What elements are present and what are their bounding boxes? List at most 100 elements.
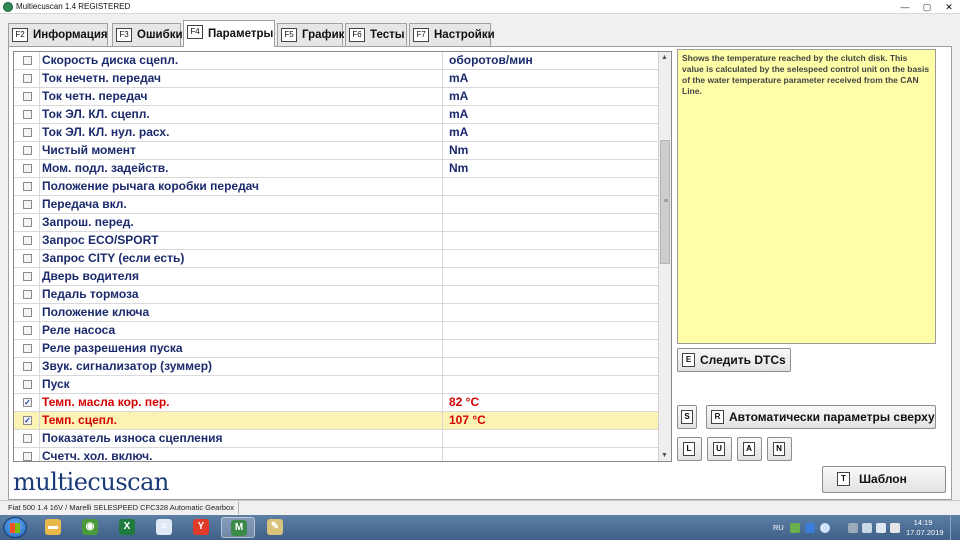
parameter-checkbox[interactable]: [23, 182, 32, 191]
parameter-row[interactable]: ✓ Темп. сцепл. 107 °C: [14, 412, 660, 430]
taskbar-app-excel[interactable]: X: [110, 517, 144, 538]
parameter-checkbox[interactable]: [23, 344, 32, 353]
parameter-checkbox[interactable]: [23, 200, 32, 209]
show-desktop-button[interactable]: [950, 515, 960, 540]
parameter-checkbox[interactable]: [23, 452, 32, 461]
tab-parameters[interactable]: F4 Параметры: [183, 20, 275, 47]
parameter-checkbox[interactable]: ✓: [23, 416, 32, 425]
parameter-checkbox[interactable]: [23, 290, 32, 299]
parameter-name: Реле насоса: [42, 322, 443, 339]
parameter-row[interactable]: Положение ключа: [14, 304, 660, 322]
parameter-checkbox[interactable]: [23, 362, 32, 371]
a-button[interactable]: A: [737, 437, 762, 461]
parameter-checkbox[interactable]: [23, 128, 32, 137]
taskbar-app-chrome[interactable]: ◉: [73, 517, 107, 538]
parameter-checkbox[interactable]: [23, 74, 32, 83]
parameter-checkbox[interactable]: [23, 326, 32, 335]
parameter-checkbox[interactable]: [23, 236, 32, 245]
checkbox-cell: [14, 52, 40, 69]
parameter-checkbox[interactable]: [23, 380, 32, 389]
network-tray-icon[interactable]: [876, 523, 886, 533]
parameter-row[interactable]: Реле разрешения пуска: [14, 340, 660, 358]
parameter-row[interactable]: Запрос CITY (если есть): [14, 250, 660, 268]
parameter-row[interactable]: Педаль тормоза: [14, 286, 660, 304]
parameter-row[interactable]: Дверь водителя: [14, 268, 660, 286]
taskbar-app-folder[interactable]: ▬: [36, 517, 70, 538]
help-icon[interactable]: [820, 523, 830, 533]
parameter-checkbox[interactable]: [23, 92, 32, 101]
maximize-button[interactable]: ▢: [916, 0, 938, 14]
taskbar-app-notepad[interactable]: ≡: [147, 517, 181, 538]
parameter-row[interactable]: Запрос ECO/SPORT: [14, 232, 660, 250]
parameter-checkbox[interactable]: ✓: [23, 398, 32, 407]
network-icon[interactable]: [790, 523, 800, 533]
s-button[interactable]: S: [677, 405, 697, 429]
start-button[interactable]: [3, 517, 27, 538]
parameter-value: mA: [449, 107, 469, 121]
parameter-row[interactable]: Пуск: [14, 376, 660, 394]
monitor-icon[interactable]: [862, 523, 872, 533]
system-clock[interactable]: 14:19 17.07.2019: [906, 518, 944, 538]
l-button[interactable]: L: [677, 437, 702, 461]
tab-errors[interactable]: F3 Ошибки: [112, 23, 183, 46]
hotkey-badge: U: [713, 442, 725, 456]
scroll-up-icon[interactable]: ▲: [661, 54, 668, 61]
parameter-row[interactable]: Положение рычага коробки передач: [14, 178, 660, 196]
taskbar-app-yandex-browser[interactable]: Y: [184, 517, 218, 538]
parameter-row[interactable]: Мом. подл. задейств. Nm: [14, 160, 660, 178]
parameter-row[interactable]: Скорость диска сцепл. оборотов/мин: [14, 52, 660, 70]
parameter-row[interactable]: Ток ЭЛ. КЛ. нул. расх. mA: [14, 124, 660, 142]
scrollbar-thumb[interactable]: ≡: [660, 140, 670, 264]
scroll-down-icon[interactable]: ▼: [661, 452, 668, 459]
bluetooth-icon[interactable]: [805, 523, 815, 533]
tab-settings[interactable]: F7 Настройки: [409, 23, 495, 46]
tab-graph[interactable]: F5 График: [277, 23, 344, 46]
parameter-row[interactable]: Чистый момент Nm: [14, 142, 660, 160]
tab-label: Информация: [33, 29, 108, 41]
checkbox-cell: [14, 376, 40, 393]
checkbox-cell: [14, 124, 40, 141]
template-button[interactable]: T Шаблон: [822, 466, 946, 493]
parameter-row[interactable]: Ток четн. передач mA: [14, 88, 660, 106]
language-indicator[interactable]: RU: [773, 523, 784, 540]
parameter-checkbox[interactable]: [23, 146, 32, 155]
parameter-row[interactable]: Ток нечетн. передач mA: [14, 70, 660, 88]
parameter-name: Передача вкл.: [42, 196, 443, 213]
parameter-row[interactable]: Счетч. хол. включ.: [14, 448, 660, 461]
parameter-checkbox[interactable]: [23, 308, 32, 317]
parameter-checkbox[interactable]: [23, 254, 32, 263]
vertical-scrollbar[interactable]: ▲ ≡ ▼: [658, 52, 671, 461]
tab-info[interactable]: F2 Информация: [8, 23, 108, 46]
parameter-row[interactable]: ✓ Темп. масла кор. пер. 82 °C: [14, 394, 660, 412]
parameter-checkbox[interactable]: [23, 434, 32, 443]
parameter-row[interactable]: Передача вкл.: [14, 196, 660, 214]
parameter-row[interactable]: Показатель износа сцепления: [14, 430, 660, 448]
checkbox-cell: ✓: [14, 412, 40, 429]
parameter-checkbox[interactable]: [23, 110, 32, 119]
follow-dtcs-button[interactable]: E Следить DTCs: [677, 348, 791, 372]
status-bar: Fiat 500 1.4 16V / Marelli SELESPEED CFC…: [0, 500, 960, 515]
n-button[interactable]: N: [767, 437, 792, 461]
checkbox-cell: [14, 340, 40, 357]
parameter-checkbox[interactable]: [23, 272, 32, 281]
minimize-button[interactable]: —: [894, 0, 916, 14]
close-button[interactable]: ✕: [938, 0, 960, 14]
tray-arrow-icon[interactable]: [848, 523, 858, 533]
parameter-checkbox[interactable]: [23, 218, 32, 227]
hotkey-badge: F3: [116, 28, 132, 42]
checkbox-cell: [14, 88, 40, 105]
auto-params-top-button[interactable]: R Автоматически параметры сверху: [706, 405, 936, 429]
parameter-row[interactable]: Ток ЭЛ. КЛ. сцепл. mA: [14, 106, 660, 124]
parameter-row[interactable]: Запрош. перед.: [14, 214, 660, 232]
taskbar-app-multiecuscan[interactable]: M: [221, 517, 255, 538]
parameter-checkbox[interactable]: [23, 56, 32, 65]
taskbar-app-paint[interactable]: ✎: [258, 517, 292, 538]
parameter-checkbox[interactable]: [23, 164, 32, 173]
parameter-row[interactable]: Звук. сигнализатор (зуммер): [14, 358, 660, 376]
parameter-name: Счетч. хол. включ.: [42, 448, 443, 461]
tab-tests[interactable]: F6 Тесты: [345, 23, 407, 46]
parameter-value: Nm: [449, 161, 469, 175]
parameter-row[interactable]: Реле насоса: [14, 322, 660, 340]
u-button[interactable]: U: [707, 437, 732, 461]
volume-icon[interactable]: [890, 523, 900, 533]
